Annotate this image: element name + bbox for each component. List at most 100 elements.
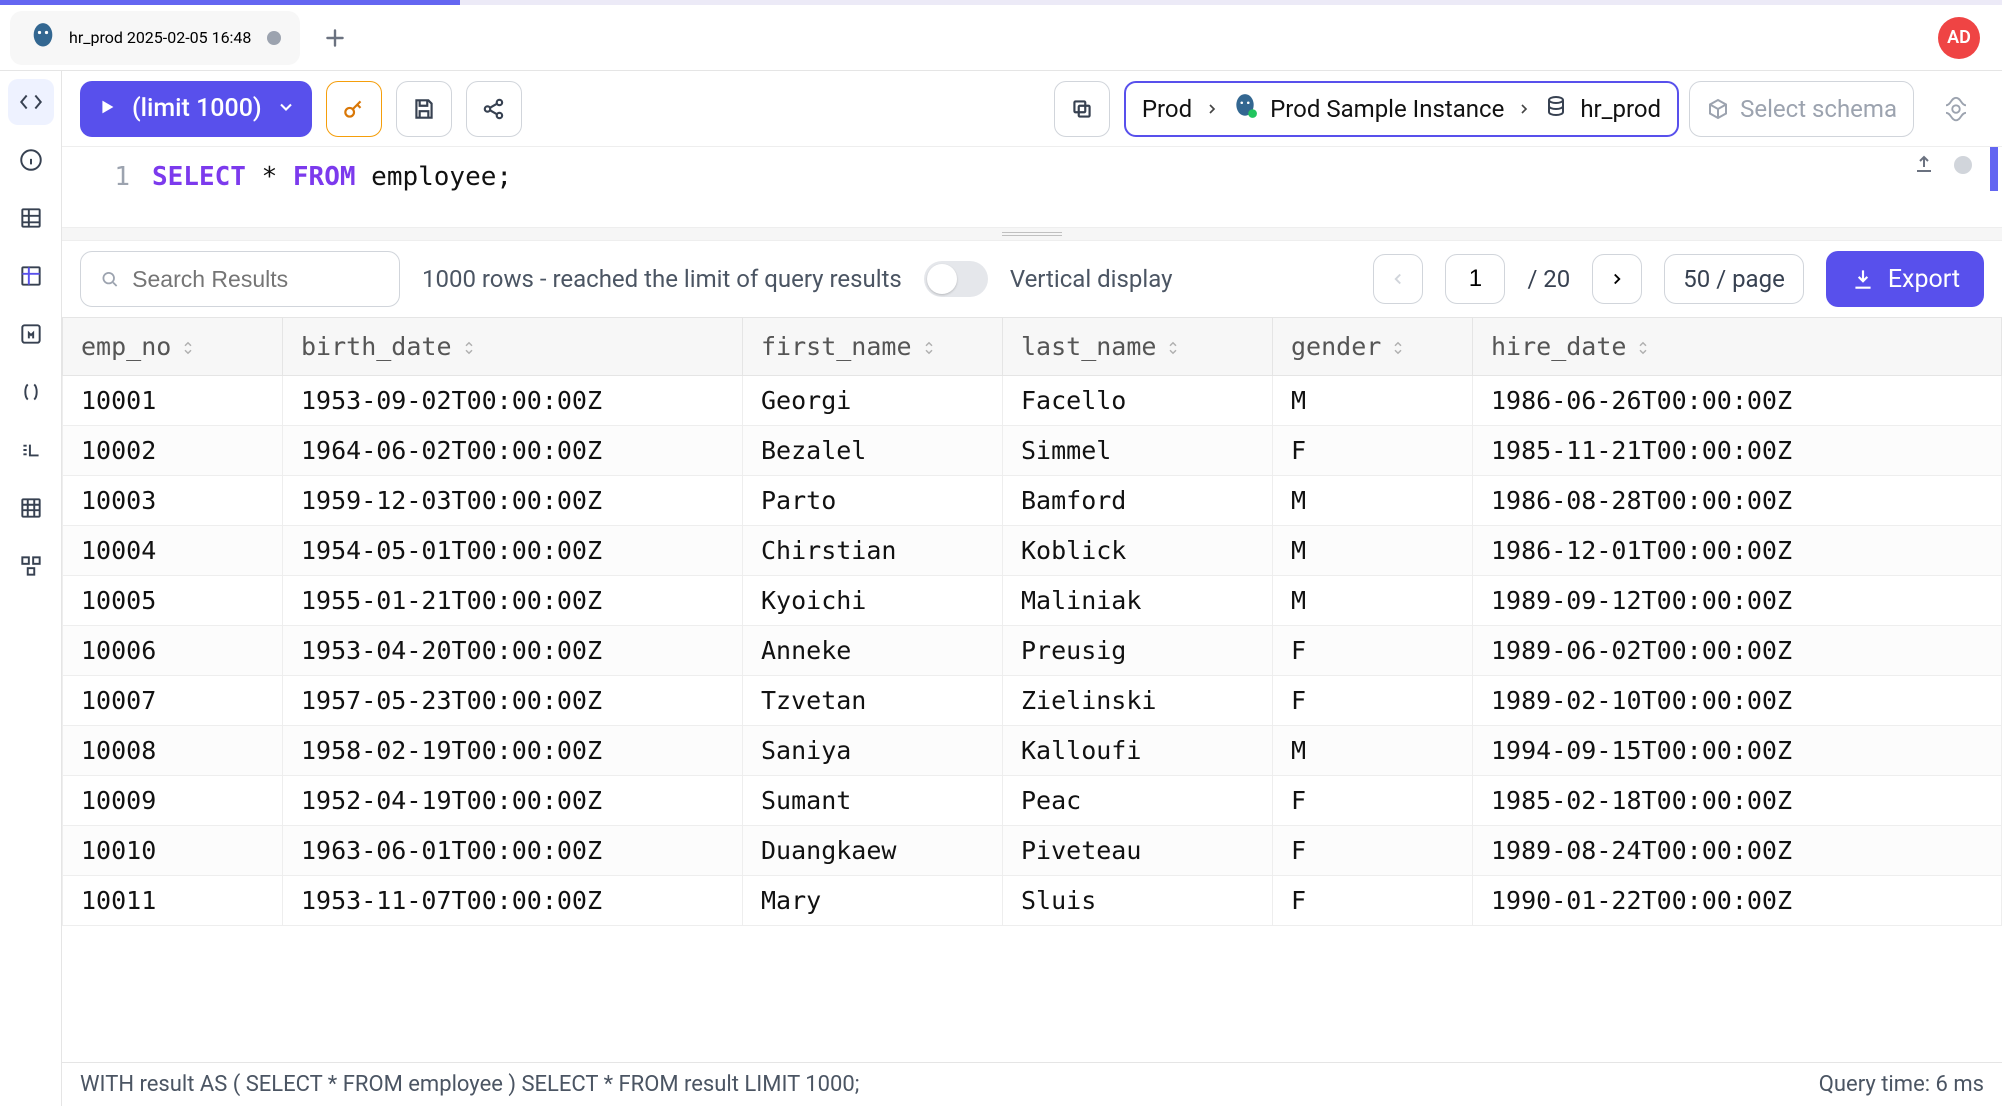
rail-sequences[interactable] [8, 427, 54, 473]
cell-birth_date: 1953-04-20T00:00:00Z [283, 626, 743, 676]
cell-last_name: Simmel [1003, 426, 1273, 476]
column-header-birth_date[interactable]: birth_date [283, 318, 743, 376]
user-avatar[interactable]: AD [1938, 17, 1980, 59]
cell-last_name: Peac [1003, 776, 1273, 826]
table-row[interactable]: 100101963-06-01T00:00:00ZDuangkaewPivete… [63, 826, 2002, 876]
rail-schema[interactable] [8, 485, 54, 531]
toolbar: (limit 1000) Prod Prod Sample Instance h… [62, 71, 2002, 147]
column-header-gender[interactable]: gender [1273, 318, 1473, 376]
cell-emp_no: 10007 [63, 676, 283, 726]
cell-birth_date: 1963-06-01T00:00:00Z [283, 826, 743, 876]
ai-assistant-button[interactable] [1928, 81, 1984, 137]
cell-first_name: Sumant [743, 776, 1003, 826]
page-size-selector[interactable]: 50 / page [1664, 254, 1804, 304]
save-button[interactable] [396, 81, 452, 137]
search-input[interactable] [132, 266, 381, 293]
cell-first_name: Duangkaew [743, 826, 1003, 876]
explain-button[interactable] [326, 81, 382, 137]
table-row[interactable]: 100011953-09-02T00:00:00ZGeorgiFacelloM1… [63, 376, 2002, 426]
rail-diagram[interactable] [8, 543, 54, 589]
cell-emp_no: 10010 [63, 826, 283, 876]
run-query-button[interactable]: (limit 1000) [80, 81, 312, 137]
tab-label: hr_prod 2025-02-05 16:48 [69, 28, 251, 47]
cell-first_name: Parto [743, 476, 1003, 526]
column-header-hire_date[interactable]: hire_date [1473, 318, 2002, 376]
prev-page-button[interactable] [1373, 254, 1423, 304]
table-row[interactable]: 100051955-01-21T00:00:00ZKyoichiMaliniak… [63, 576, 2002, 626]
cell-hire_date: 1990-01-22T00:00:00Z [1473, 876, 2002, 926]
cell-hire_date: 1989-09-12T00:00:00Z [1473, 576, 2002, 626]
vertical-display-toggle[interactable] [924, 261, 988, 297]
cell-gender: M [1273, 376, 1473, 426]
cell-birth_date: 1953-09-02T00:00:00Z [283, 376, 743, 426]
cell-last_name: Zielinski [1003, 676, 1273, 726]
cell-birth_date: 1958-02-19T00:00:00Z [283, 726, 743, 776]
cell-first_name: Georgi [743, 376, 1003, 426]
cell-emp_no: 10005 [63, 576, 283, 626]
table-row[interactable]: 100081958-02-19T00:00:00ZSaniyaKalloufiM… [63, 726, 2002, 776]
column-header-last_name[interactable]: last_name [1003, 318, 1273, 376]
search-results[interactable] [80, 251, 400, 307]
cell-birth_date: 1959-12-03T00:00:00Z [283, 476, 743, 526]
cell-hire_date: 1994-09-15T00:00:00Z [1473, 726, 2002, 776]
table-row[interactable]: 100111953-11-07T00:00:00ZMarySluisF1990-… [63, 876, 2002, 926]
postgres-icon [1232, 93, 1258, 125]
next-page-button[interactable] [1592, 254, 1642, 304]
cell-birth_date: 1953-11-07T00:00:00Z [283, 876, 743, 926]
cell-birth_date: 1954-05-01T00:00:00Z [283, 526, 743, 576]
cell-hire_date: 1989-08-24T00:00:00Z [1473, 826, 2002, 876]
pane-splitter[interactable] [62, 227, 2002, 241]
minimap-indicator [1990, 147, 1998, 191]
table-row[interactable]: 100041954-05-01T00:00:00ZChirstianKoblic… [63, 526, 2002, 576]
new-tab-button[interactable] [310, 13, 360, 63]
column-header-emp_no[interactable]: emp_no [63, 318, 283, 376]
chevron-right-icon [1204, 95, 1220, 123]
rail-views[interactable] [8, 253, 54, 299]
cell-gender: M [1273, 476, 1473, 526]
cell-first_name: Saniya [743, 726, 1003, 776]
cell-first_name: Chirstian [743, 526, 1003, 576]
line-number: 1 [62, 157, 152, 227]
table-row[interactable]: 100031959-12-03T00:00:00ZPartoBamfordM19… [63, 476, 2002, 526]
cell-birth_date: 1957-05-23T00:00:00Z [283, 676, 743, 726]
rail-sql-editor[interactable] [8, 79, 54, 125]
cell-gender: F [1273, 426, 1473, 476]
cell-first_name: Bezalel [743, 426, 1003, 476]
sort-icon [171, 332, 197, 361]
sort-icon [1381, 332, 1407, 361]
table-row[interactable]: 100091952-04-19T00:00:00ZSumantPeacF1985… [63, 776, 2002, 826]
cell-hire_date: 1986-08-28T00:00:00Z [1473, 476, 2002, 526]
share-button[interactable] [466, 81, 522, 137]
sort-icon [1156, 332, 1182, 361]
breadcrumb[interactable]: Prod Prod Sample Instance hr_prod [1124, 81, 1679, 137]
schema-selector[interactable]: Select schema [1689, 81, 1914, 137]
upload-icon[interactable] [1912, 151, 1936, 179]
status-dot-icon [1954, 156, 1972, 174]
cell-emp_no: 10009 [63, 776, 283, 826]
tab-hr-prod[interactable]: hr_prod 2025-02-05 16:48 [10, 11, 300, 65]
export-button[interactable]: Export [1826, 251, 1984, 307]
rail-functions[interactable] [8, 311, 54, 357]
sort-icon [452, 332, 478, 361]
tab-strip: hr_prod 2025-02-05 16:48 AD [0, 5, 2002, 71]
rail-tables[interactable] [8, 195, 54, 241]
cell-gender: F [1273, 876, 1473, 926]
sql-editor[interactable]: 1 SELECT * FROM employee; [62, 147, 2002, 227]
cell-birth_date: 1952-04-19T00:00:00Z [283, 776, 743, 826]
cell-birth_date: 1964-06-02T00:00:00Z [283, 426, 743, 476]
table-row[interactable]: 100071957-05-23T00:00:00ZTzvetanZielinsk… [63, 676, 2002, 726]
rail-parens[interactable] [8, 369, 54, 415]
cell-first_name: Tzvetan [743, 676, 1003, 726]
rail-info[interactable] [8, 137, 54, 183]
table-row[interactable]: 100021964-06-02T00:00:00ZBezalelSimmelF1… [63, 426, 2002, 476]
cell-hire_date: 1986-12-01T00:00:00Z [1473, 526, 2002, 576]
sql-code: SELECT * FROM employee; [152, 157, 2002, 227]
page-input[interactable] [1445, 254, 1505, 304]
results-table-wrap: emp_nobirth_datefirst_namelast_namegende… [62, 317, 2002, 1062]
table-row[interactable]: 100061953-04-20T00:00:00ZAnnekePreusigF1… [63, 626, 2002, 676]
results-table: emp_nobirth_datefirst_namelast_namegende… [62, 317, 2002, 926]
column-header-first_name[interactable]: first_name [743, 318, 1003, 376]
play-icon [96, 96, 118, 122]
cell-gender: M [1273, 526, 1473, 576]
copy-context-button[interactable] [1054, 81, 1110, 137]
